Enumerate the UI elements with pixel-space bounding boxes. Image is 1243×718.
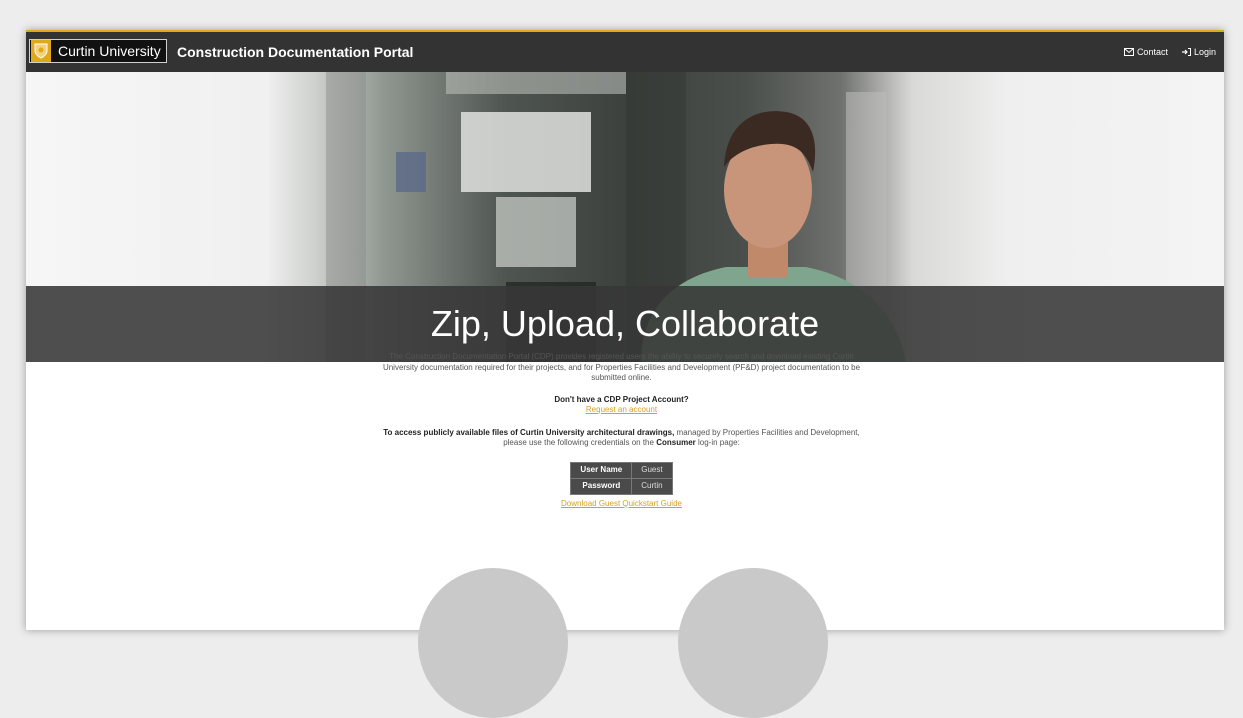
main-content: The Construction Documentation Portal (C… xyxy=(0,352,1243,509)
intro-text: The Construction Documentation Portal (C… xyxy=(382,352,861,382)
hero-banner: Zip, Upload, Collaborate xyxy=(26,72,1224,362)
feature-circle[interactable] xyxy=(418,568,568,718)
quickstart-guide-link[interactable]: Download Guest Quickstart Guide xyxy=(561,499,682,508)
account-question: Don't have a CDP Project Account? xyxy=(554,394,689,404)
password-label: Password xyxy=(570,477,633,495)
guest-credentials-table: User Name Guest Password Curtin xyxy=(570,461,673,495)
feature-circle[interactable] xyxy=(678,568,828,718)
login-icon xyxy=(1181,48,1191,56)
access-bold-text: To access publicly available files of Cu… xyxy=(383,427,675,437)
hero-title: Zip, Upload, Collaborate xyxy=(430,303,820,344)
request-account-link[interactable]: Request an account xyxy=(586,405,657,414)
portal-title: Construction Documentation Portal xyxy=(177,44,414,60)
public-access-text: To access publicly available files of Cu… xyxy=(377,428,867,449)
login-link[interactable]: Login xyxy=(1181,47,1216,57)
envelope-icon xyxy=(1123,48,1134,56)
contact-link[interactable]: Contact xyxy=(1123,47,1168,57)
password-value: Curtin xyxy=(631,477,673,495)
logo-text: Curtin University xyxy=(58,43,161,59)
login-label: Login xyxy=(1193,47,1216,57)
username-value: Guest xyxy=(631,461,673,479)
shield-icon xyxy=(31,40,51,62)
hero-caption-band: Zip, Upload, Collaborate xyxy=(26,286,1224,362)
table-row: Password Curtin xyxy=(570,477,673,495)
top-navbar: Curtin University Construction Documenta… xyxy=(26,30,1224,72)
contact-label: Contact xyxy=(1136,47,1168,57)
browser-page: Curtin University Construction Documenta… xyxy=(26,30,1224,630)
consumer-text: Consumer xyxy=(656,438,696,447)
username-label: User Name xyxy=(570,461,633,479)
table-row: User Name Guest xyxy=(570,461,673,479)
university-logo[interactable]: Curtin University xyxy=(29,39,167,63)
access-tail-text: log-in page: xyxy=(697,438,740,447)
nav-actions: Contact Login xyxy=(1123,47,1216,57)
